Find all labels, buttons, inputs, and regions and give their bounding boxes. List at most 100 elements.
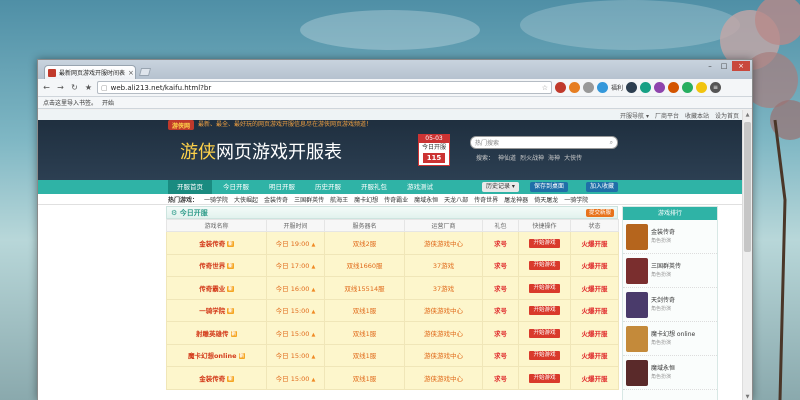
hot-game-link[interactable]: 一骑学院 bbox=[564, 195, 588, 204]
extension-red-icon[interactable] bbox=[555, 82, 566, 93]
gift-cell[interactable]: 求号 bbox=[482, 276, 519, 300]
game-name[interactable]: 金装传奇 bbox=[199, 240, 225, 248]
save-to-desktop-button[interactable]: 保存到桌面 bbox=[530, 182, 569, 192]
minimize-button[interactable]: – bbox=[704, 61, 716, 71]
hot-word[interactable]: 海神 bbox=[548, 153, 560, 162]
hot-game-link[interactable]: 魔域永恒 bbox=[414, 195, 438, 204]
start-game-button[interactable]: 开始游戏 bbox=[529, 373, 560, 383]
game-name[interactable]: 一骑学院 bbox=[199, 307, 225, 315]
browser-tab[interactable]: 最新网页游戏开服时间表 × bbox=[44, 65, 136, 79]
nav-today[interactable]: 今日开服 bbox=[214, 180, 258, 194]
nav-gift[interactable]: 开服礼包 bbox=[352, 180, 396, 194]
star-outline-icon[interactable]: ☆ bbox=[542, 84, 548, 92]
scroll-down-icon[interactable]: ▼ bbox=[743, 392, 752, 400]
start-game-button[interactable]: 开始游戏 bbox=[529, 351, 560, 361]
nav-test[interactable]: 游戏测试 bbox=[398, 180, 442, 194]
hot-word[interactable]: 烈火战神 bbox=[520, 153, 544, 162]
operator-cell[interactable]: 游侠游戏中心 bbox=[404, 343, 483, 367]
add-favorite-button[interactable]: 加入收藏 bbox=[586, 182, 619, 192]
extension-teal-icon[interactable] bbox=[640, 82, 652, 93]
vertical-scrollbar[interactable]: ▲ ▼ bbox=[742, 110, 752, 400]
operator-cell[interactable]: 37游戏 bbox=[404, 276, 483, 300]
game-name[interactable]: 传奇世界 bbox=[199, 262, 225, 270]
hot-game-link[interactable]: 金装传奇 bbox=[264, 195, 288, 204]
hot-game-link[interactable]: 航海王 bbox=[330, 195, 348, 204]
operator-cell[interactable]: 游侠游戏中心 bbox=[404, 298, 483, 322]
extension-yellow-icon[interactable] bbox=[696, 82, 708, 93]
server-name-cell[interactable]: 双线1660服 bbox=[324, 253, 405, 277]
favorite-link[interactable]: 收藏本站 bbox=[685, 111, 709, 120]
game-name-cell[interactable]: 金装传奇新 bbox=[166, 231, 267, 255]
game-thumbnail[interactable] bbox=[626, 325, 648, 352]
gift-cell[interactable]: 求号 bbox=[482, 366, 519, 390]
extension-gray-icon[interactable] bbox=[583, 82, 594, 93]
reload-icon[interactable]: ↻ bbox=[69, 82, 80, 93]
kaifu-nav-link[interactable]: 开服导航 ▾ bbox=[620, 111, 649, 120]
extension-dark-icon[interactable] bbox=[626, 82, 638, 93]
ranking-game-name[interactable]: 魔卡幻想 online bbox=[651, 331, 695, 339]
address-bar[interactable]: ▢ web.ali213.net/kaifu.html?br ☆ bbox=[97, 81, 552, 94]
server-name-cell[interactable]: 双线1服 bbox=[324, 366, 405, 390]
nav-history[interactable]: 历史开服 bbox=[306, 180, 350, 194]
homepage-link[interactable]: 设为首页 bbox=[715, 111, 739, 120]
search-icon[interactable]: ⌕ bbox=[610, 139, 613, 147]
hot-game-link[interactable]: 传奇霸业 bbox=[384, 195, 408, 204]
start-game-button[interactable]: 开始游戏 bbox=[529, 283, 560, 293]
hot-game-link[interactable]: 屠龙神器 bbox=[504, 195, 528, 204]
extension-blue-icon[interactable] bbox=[597, 82, 608, 93]
start-game-button[interactable]: 开始游戏 bbox=[529, 306, 560, 316]
game-name[interactable]: 射雕英雄传 bbox=[196, 330, 229, 338]
extension-orange-icon[interactable] bbox=[569, 82, 580, 93]
hot-game-link[interactable]: 倚天屠龙 bbox=[534, 195, 558, 204]
close-window-button[interactable]: × bbox=[732, 61, 750, 71]
game-name-cell[interactable]: 传奇世界新 bbox=[166, 253, 267, 277]
scroll-up-icon[interactable]: ▲ bbox=[743, 110, 752, 119]
nav-home[interactable]: 开服首页 bbox=[168, 180, 212, 194]
game-name-cell[interactable]: 魔卡幻想online 新 bbox=[166, 343, 267, 367]
maximize-button[interactable]: □ bbox=[718, 61, 730, 71]
bookmark-star-icon[interactable]: ★ bbox=[83, 82, 94, 93]
operator-cell[interactable]: 游侠游戏中心 bbox=[404, 321, 483, 345]
back-arrow-icon[interactable]: ← bbox=[41, 82, 52, 93]
game-name[interactable]: 金装传奇 bbox=[199, 375, 225, 383]
hot-game-link[interactable]: 魔卡幻想 bbox=[354, 195, 378, 204]
game-name-cell[interactable]: 金装传奇新 bbox=[166, 366, 267, 390]
hot-game-link[interactable]: 三国群英传 bbox=[294, 195, 324, 204]
operator-cell[interactable]: 37游戏 bbox=[404, 253, 483, 277]
tab-close-icon[interactable]: × bbox=[128, 69, 134, 77]
game-thumbnail[interactable] bbox=[626, 291, 648, 318]
gift-cell[interactable]: 求号 bbox=[482, 343, 519, 367]
address-url[interactable]: web.ali213.net/kaifu.html?br bbox=[111, 84, 539, 92]
ranking-game-name[interactable]: 三国群英传 bbox=[651, 263, 681, 271]
server-name-cell[interactable]: 双线15514服 bbox=[324, 276, 405, 300]
ranking-item[interactable]: 金装传奇 角色扮演 bbox=[623, 220, 717, 254]
ranking-item[interactable]: 天剑传奇 角色扮演 bbox=[623, 288, 717, 322]
start-game-button[interactable]: 开始游戏 bbox=[529, 328, 560, 338]
history-dropdown[interactable]: 历史记录 ▾ bbox=[482, 182, 519, 192]
game-thumbnail[interactable] bbox=[626, 257, 648, 284]
extension-green-icon[interactable] bbox=[682, 82, 694, 93]
operator-cell[interactable]: 游侠游戏中心 bbox=[404, 366, 483, 390]
ranking-item[interactable]: 魔卡幻想 online 角色扮演 bbox=[623, 322, 717, 356]
game-name[interactable]: 传奇霸业 bbox=[199, 285, 225, 293]
start-game-button[interactable]: 开始游戏 bbox=[529, 261, 560, 271]
bookmark-start[interactable]: 开始 bbox=[102, 98, 114, 107]
search-input[interactable]: 热门搜索 ⌕ bbox=[470, 136, 618, 149]
game-name[interactable]: 魔卡幻想online bbox=[188, 352, 237, 360]
server-name-cell[interactable]: 双线1服 bbox=[324, 343, 405, 367]
submit-new-server-button[interactable]: 提交新服 bbox=[585, 209, 614, 217]
nav-tomorrow[interactable]: 明日开服 bbox=[260, 180, 304, 194]
gift-cell[interactable]: 求号 bbox=[482, 298, 519, 322]
ranking-item[interactable]: 魔域永恒 角色扮演 bbox=[623, 356, 717, 390]
server-name-cell[interactable]: 双线1服 bbox=[324, 321, 405, 345]
game-name-cell[interactable]: 一骑学院新 bbox=[166, 298, 267, 322]
extension-purple-icon[interactable] bbox=[654, 82, 666, 93]
menu-icon[interactable]: ≡ bbox=[710, 82, 722, 93]
forward-arrow-icon[interactable]: → bbox=[55, 82, 66, 93]
server-name-cell[interactable]: 双线2服 bbox=[324, 231, 405, 255]
hot-game-link[interactable]: 天龙八部 bbox=[444, 195, 468, 204]
gift-cell[interactable]: 求号 bbox=[482, 321, 519, 345]
operator-cell[interactable]: 游侠游戏中心 bbox=[404, 231, 483, 255]
gift-cell[interactable]: 求号 bbox=[482, 253, 519, 277]
game-name-cell[interactable]: 传奇霸业新 bbox=[166, 276, 267, 300]
